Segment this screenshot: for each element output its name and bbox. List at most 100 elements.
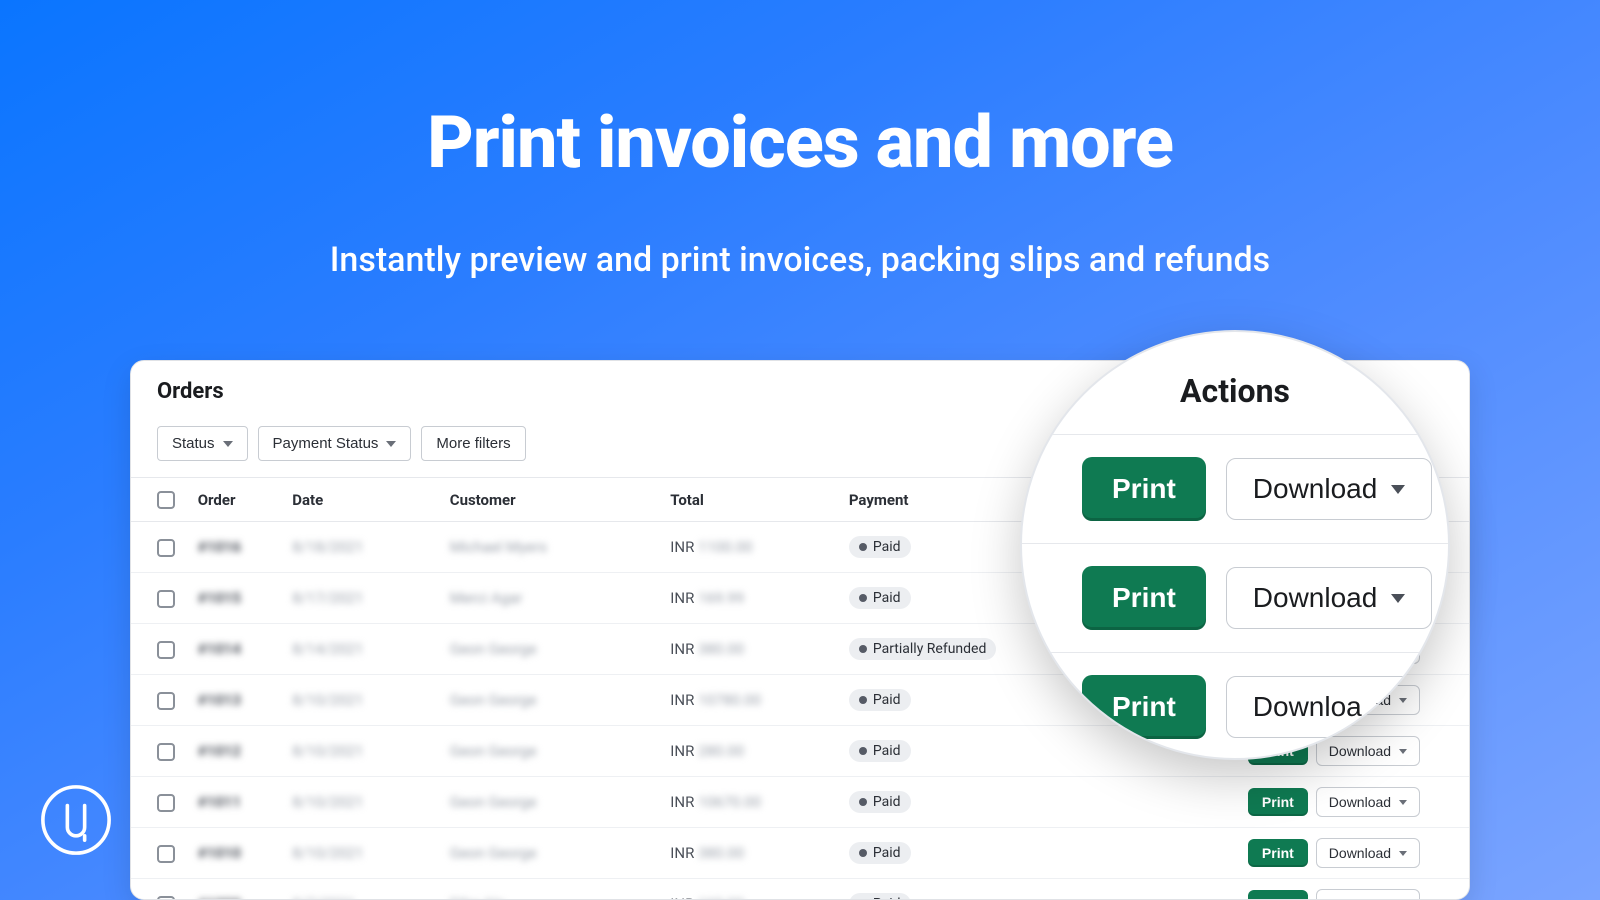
- payment-text: Paid: [873, 845, 901, 861]
- currency-label: INR: [670, 640, 694, 658]
- payment-badge: Partially Refunded: [849, 638, 997, 660]
- order-total: 10780.00: [698, 691, 761, 709]
- payment-status-filter[interactable]: Payment Status: [258, 426, 412, 461]
- download-label: Download: [1329, 794, 1391, 810]
- status-dot-icon: [859, 696, 867, 704]
- payment-status-filter-label: Payment Status: [273, 435, 379, 452]
- more-filters-button[interactable]: More filters: [421, 426, 525, 461]
- row-checkbox[interactable]: [157, 590, 175, 608]
- print-button[interactable]: Print: [1082, 457, 1206, 521]
- hero-subtitle: Instantly preview and print invoices, pa…: [0, 240, 1600, 280]
- print-button[interactable]: Print: [1082, 566, 1206, 630]
- download-label: Download: [1329, 845, 1391, 861]
- payment-text: Paid: [873, 692, 901, 708]
- payment-text: Partially Refunded: [873, 641, 987, 657]
- magnifier-row: Print Download: [1082, 566, 1388, 630]
- order-date: 8/10/2021: [292, 793, 363, 811]
- download-button[interactable]: Download: [1316, 787, 1420, 817]
- payment-text: Paid: [873, 539, 901, 555]
- order-date: 8/18/2021: [292, 538, 363, 556]
- customer-name: Geon George: [450, 742, 537, 760]
- payment-badge: Paid: [849, 740, 911, 762]
- payment-badge: Paid: [849, 791, 911, 813]
- caret-down-icon: [1391, 594, 1405, 603]
- table-row: #10098/7/2021Ethe AlpINR 169.99PaidPrint…: [131, 879, 1469, 900]
- caret-down-icon: [1391, 485, 1405, 494]
- table-row: #10108/10/2021Geon GeorgeINR 380.00PaidP…: [131, 828, 1469, 879]
- order-id: #1012: [198, 742, 241, 760]
- currency-label: INR: [670, 742, 694, 760]
- payment-text: Paid: [873, 743, 901, 759]
- row-checkbox[interactable]: [157, 692, 175, 710]
- payment-badge: Paid: [849, 893, 911, 900]
- order-id: #1010: [198, 844, 241, 862]
- customer-name: Ethe Alp: [450, 895, 505, 900]
- print-button[interactable]: Print: [1248, 890, 1308, 900]
- status-filter[interactable]: Status: [157, 426, 248, 461]
- select-all-checkbox[interactable]: [157, 491, 175, 509]
- customer-name: Geon George: [450, 640, 537, 658]
- customer-name: Geon George: [450, 844, 537, 862]
- order-date: 8/7/2021: [292, 895, 355, 900]
- row-checkbox[interactable]: [157, 743, 175, 761]
- col-date: Date: [282, 478, 440, 522]
- order-total: 169.99: [698, 895, 744, 900]
- more-filters-label: More filters: [436, 435, 510, 452]
- row-checkbox[interactable]: [157, 794, 175, 812]
- order-id: #1009: [198, 895, 241, 900]
- currency-label: INR: [670, 691, 694, 709]
- print-button[interactable]: Print: [1248, 788, 1308, 816]
- status-dot-icon: [859, 543, 867, 551]
- status-filter-label: Status: [172, 435, 215, 452]
- payment-text: Paid: [873, 794, 901, 810]
- download-label: Download: [1329, 743, 1391, 759]
- currency-label: INR: [670, 538, 694, 556]
- download-button[interactable]: Download: [1226, 458, 1433, 520]
- fulfillment-cell: [1070, 879, 1238, 900]
- order-date: 8/14/2021: [292, 640, 363, 658]
- download-label: Download: [1253, 582, 1378, 614]
- order-id: #1013: [198, 691, 241, 709]
- status-dot-icon: [859, 849, 867, 857]
- order-id: #1016: [198, 538, 241, 556]
- customer-name: Michael Myers: [450, 538, 547, 556]
- hero-title: Print invoices and more: [0, 100, 1600, 185]
- payment-text: Paid: [873, 896, 901, 900]
- print-button[interactable]: Print: [1248, 839, 1308, 867]
- payment-badge: Paid: [849, 587, 911, 609]
- download-button[interactable]: Download: [1316, 736, 1420, 766]
- status-dot-icon: [859, 798, 867, 806]
- row-checkbox[interactable]: [157, 641, 175, 659]
- order-id: #1015: [198, 589, 241, 607]
- status-dot-icon: [859, 747, 867, 755]
- caret-down-icon: [1399, 698, 1407, 703]
- order-total: 169.99: [698, 589, 744, 607]
- caret-down-icon: [1399, 749, 1407, 754]
- order-total: 10670.00: [698, 793, 761, 811]
- status-dot-icon: [859, 594, 867, 602]
- download-label: Downloa: [1253, 691, 1362, 723]
- download-button[interactable]: Download: [1316, 838, 1420, 868]
- brand-logo-icon: [40, 784, 112, 860]
- caret-down-icon: [1399, 851, 1407, 856]
- currency-label: INR: [670, 844, 694, 862]
- download-label: Download: [1329, 896, 1391, 900]
- table-row: #10118/10/2021Geon GeorgeINR 10670.00Pai…: [131, 777, 1469, 828]
- payment-text: Paid: [873, 590, 901, 606]
- order-date: 8/10/2021: [292, 844, 363, 862]
- row-checkbox[interactable]: [157, 539, 175, 557]
- download-button[interactable]: Download: [1316, 889, 1420, 900]
- currency-label: INR: [670, 793, 694, 811]
- order-total: 1100.00: [698, 538, 753, 556]
- download-button[interactable]: Download: [1226, 567, 1433, 629]
- row-checkbox[interactable]: [157, 845, 175, 863]
- magnifier-row: PrintDownloa: [1082, 675, 1388, 739]
- fulfillment-cell: [1070, 828, 1238, 879]
- caret-down-icon: [386, 441, 396, 447]
- row-checkbox[interactable]: [157, 896, 175, 900]
- fulfillment-cell: [1070, 777, 1238, 828]
- col-order: Order: [188, 478, 283, 522]
- payment-badge: Paid: [849, 842, 911, 864]
- order-date: 8/10/2021: [292, 742, 363, 760]
- customer-name: Geon George: [450, 691, 537, 709]
